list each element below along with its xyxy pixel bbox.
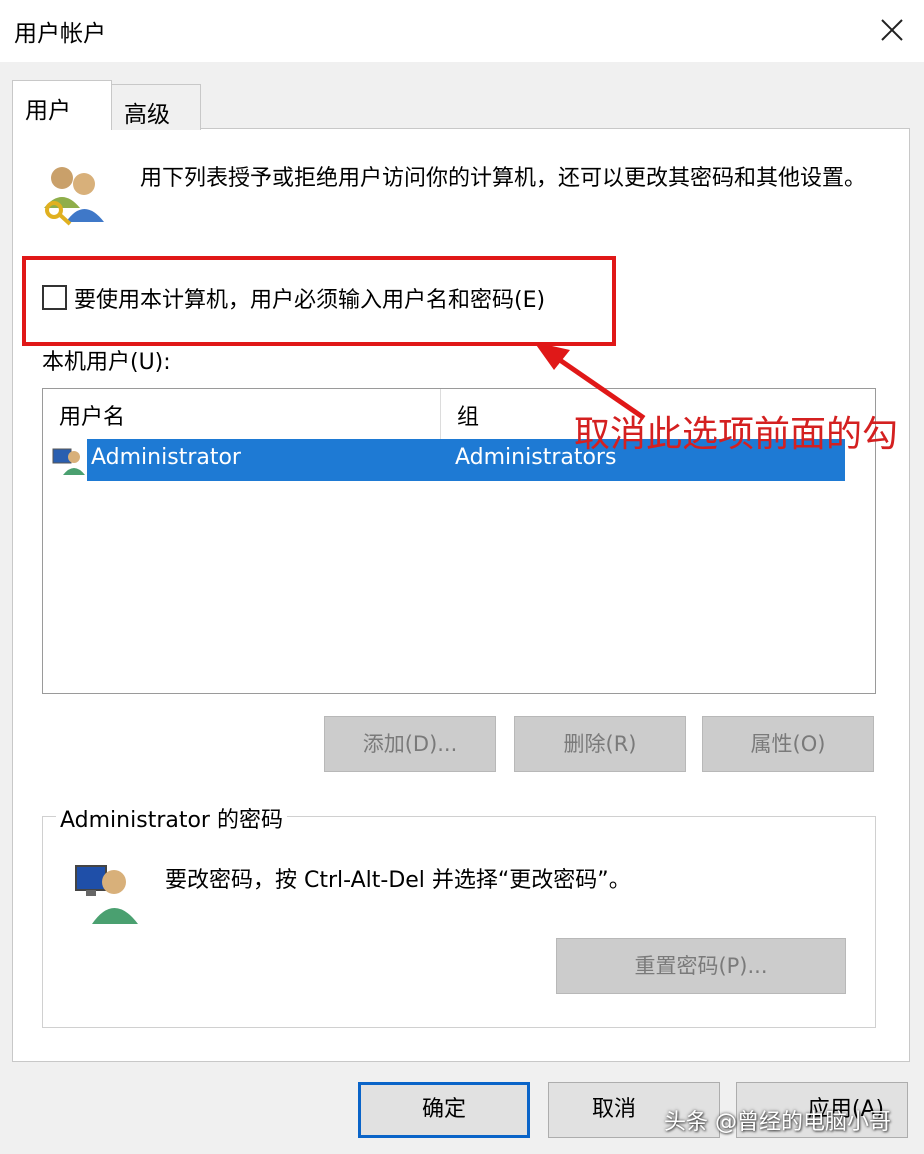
watermark: 头条 @曾经的电脑小哥 bbox=[664, 1110, 891, 1135]
password-groupbox bbox=[42, 816, 876, 1028]
annotation-text: 取消此选项前面的勾 bbox=[574, 414, 899, 455]
ok-button[interactable]: 确定 bbox=[358, 1082, 530, 1138]
title-bar bbox=[0, 0, 924, 62]
window-title: 用户帐户 bbox=[14, 21, 106, 47]
reset-password-button[interactable]: 重置密码(P)... bbox=[556, 938, 846, 994]
properties-button[interactable]: 属性(O) bbox=[702, 716, 874, 772]
users-key-icon bbox=[40, 162, 110, 228]
remove-user-button[interactable]: 删除(R) bbox=[514, 716, 686, 772]
row-username: Administrator bbox=[91, 445, 241, 470]
add-user-button[interactable]: 添加(D)... bbox=[324, 716, 496, 772]
intro-text: 用下列表授予或拒绝用户访问你的计算机，还可以更改其密码和其他设置。 bbox=[140, 166, 867, 191]
tab-users[interactable]: 用户 bbox=[12, 80, 112, 130]
local-users-label: 本机用户(U): bbox=[42, 350, 171, 375]
tab-advanced[interactable]: 高级 bbox=[111, 84, 201, 130]
user-monitor-icon bbox=[72, 860, 142, 926]
close-button[interactable] bbox=[872, 8, 912, 52]
password-group-title: Administrator 的密码 bbox=[56, 802, 287, 834]
column-header-username[interactable]: 用户名 bbox=[43, 389, 441, 439]
user-account-icon bbox=[51, 443, 85, 477]
password-instruction: 要改密码，按 Ctrl-Alt-Del 并选择“更改密码”。 bbox=[165, 868, 631, 893]
close-icon bbox=[881, 19, 903, 41]
